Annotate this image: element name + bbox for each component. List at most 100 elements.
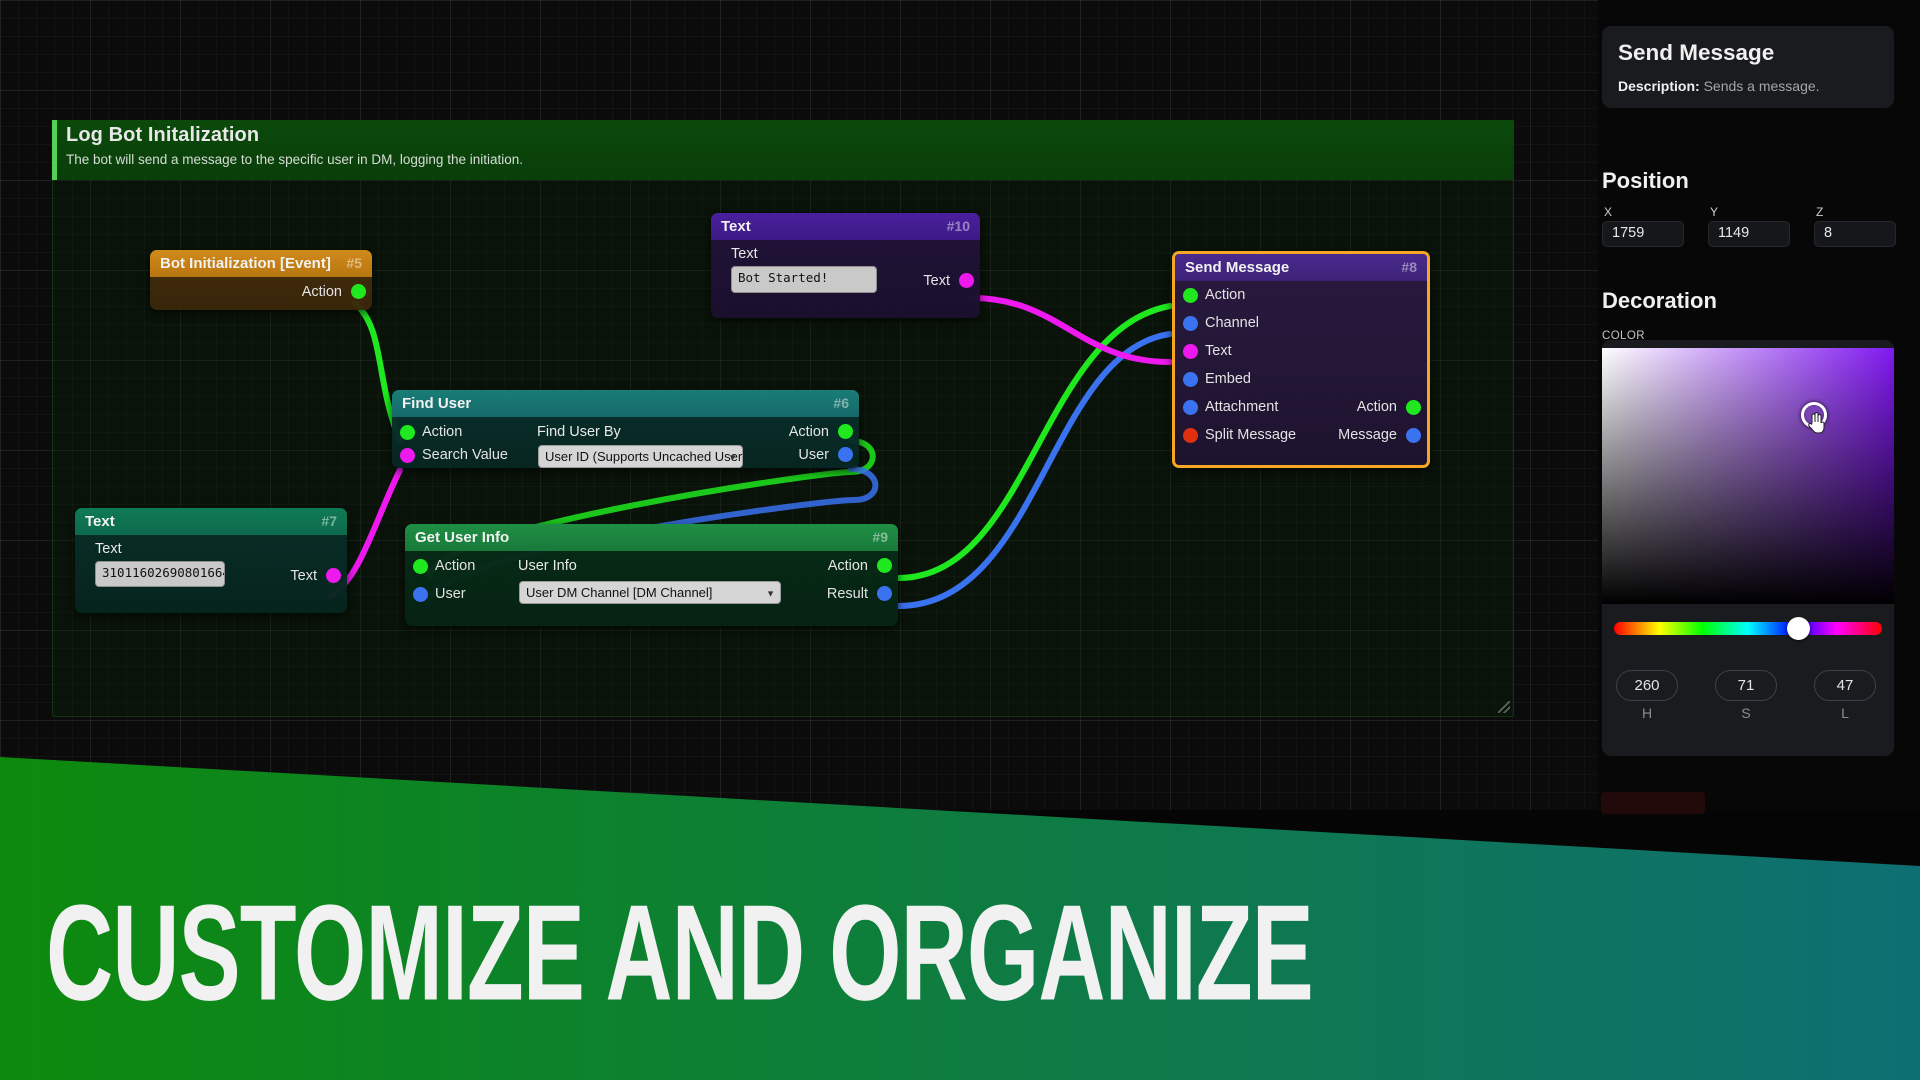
position-x-label: X xyxy=(1604,205,1613,219)
node-find-user[interactable]: Find User #6 Action Search Value Find Us… xyxy=(392,390,859,468)
group-description: The bot will send a message to the speci… xyxy=(66,152,523,167)
port-action-output[interactable] xyxy=(1406,400,1421,415)
node-header[interactable]: Text #10 xyxy=(711,213,980,240)
node-body: Text Bot Started! Text xyxy=(711,240,980,293)
find-user-by-label: Find User By xyxy=(537,424,621,440)
port-message-output[interactable] xyxy=(1406,428,1421,443)
node-text-10[interactable]: Text #10 Text Bot Started! Text xyxy=(711,213,980,318)
saturation-value-area[interactable] xyxy=(1602,348,1894,604)
hue-caption: H xyxy=(1641,705,1653,721)
port-label-search-value: Search Value xyxy=(422,447,508,463)
node-send-message[interactable]: Send Message #8 Action Channel Text Embe… xyxy=(1172,251,1430,468)
node-header[interactable]: Text #7 xyxy=(75,508,347,535)
node-text-7[interactable]: Text #7 Text 310116026908016642 Text xyxy=(75,508,347,613)
port-text-output[interactable] xyxy=(959,273,974,288)
user-info-value: User DM Channel [DM Channel] xyxy=(526,585,713,600)
text-input-10[interactable]: Bot Started! xyxy=(731,266,877,293)
node-title: Text xyxy=(85,513,115,530)
color-label: COLOR xyxy=(1602,330,1645,342)
position-z-label: Z xyxy=(1816,205,1824,219)
port-action-input[interactable] xyxy=(1183,288,1198,303)
node-number: #9 xyxy=(872,529,888,545)
text-input-7[interactable]: 310116026908016642 xyxy=(95,561,225,587)
node-body: Text 310116026908016642 Text xyxy=(75,535,347,587)
hue-slider[interactable] xyxy=(1614,622,1882,635)
port-action-input[interactable] xyxy=(413,559,428,574)
port-channel-input[interactable] xyxy=(1183,316,1198,331)
port-label-action-in: Action xyxy=(435,558,476,574)
node-title: Send Message xyxy=(1185,259,1290,276)
port-split-message-input[interactable] xyxy=(1183,428,1198,443)
position-z-input[interactable]: 8 xyxy=(1814,221,1896,247)
node-number: #10 xyxy=(946,218,970,234)
group-header[interactable]: Log Bot Initalization The bot will send … xyxy=(52,120,1514,180)
position-y-label: Y xyxy=(1710,205,1719,219)
node-title: Text xyxy=(721,218,751,235)
lightness-caption: L xyxy=(1841,705,1849,721)
inspector-sidebar: Send Message Description: Sends a messag… xyxy=(1598,0,1920,810)
port-search-value-input[interactable] xyxy=(400,448,415,463)
group-resize-handle[interactable] xyxy=(1498,701,1510,713)
port-label-text-out: Text xyxy=(290,568,317,584)
port-label-split-message: Split Message xyxy=(1205,427,1297,443)
node-title: Bot Initialization [Event] xyxy=(160,255,331,272)
port-label-user-in: User xyxy=(435,586,466,602)
record-indicator xyxy=(1601,792,1705,814)
position-section-title: Position xyxy=(1602,168,1689,193)
port-attachment-input[interactable] xyxy=(1183,400,1198,415)
port-user-input[interactable] xyxy=(413,587,428,602)
port-label-attachment: Attachment xyxy=(1205,399,1279,415)
node-header[interactable]: Bot Initialization [Event] #5 xyxy=(150,250,372,277)
node-graph-canvas[interactable]: Log Bot Initalization The bot will send … xyxy=(0,0,1598,810)
text-field-label: Text xyxy=(731,246,758,262)
inspector-title: Send Message xyxy=(1618,40,1775,65)
port-embed-input[interactable] xyxy=(1183,372,1198,387)
saturation-caption: S xyxy=(1741,705,1751,721)
port-action-input[interactable] xyxy=(400,425,415,440)
description-text: Sends a message. xyxy=(1699,78,1820,94)
node-header[interactable]: Find User #6 xyxy=(392,390,859,417)
port-label-text: Text xyxy=(1205,343,1232,359)
port-label-result-out: Result xyxy=(826,586,868,602)
decoration-section-title: Decoration xyxy=(1602,288,1717,313)
node-header[interactable]: Send Message #8 xyxy=(1175,254,1427,281)
lightness-input[interactable]: 47 xyxy=(1814,670,1876,701)
node-number: #7 xyxy=(321,513,337,529)
user-info-select[interactable]: User DM Channel [DM Channel] ▼ xyxy=(519,581,781,604)
inspector-description: Description: Sends a message. xyxy=(1618,78,1878,94)
position-y-input[interactable]: 1149 xyxy=(1708,221,1790,247)
port-label-action-out: Action xyxy=(827,558,868,574)
hue-input[interactable]: 260 xyxy=(1616,670,1678,701)
node-body: Action Search Value Find User By User ID… xyxy=(392,417,859,468)
banner-headline: CUSTOMIZE AND ORGANIZE xyxy=(46,877,1314,1030)
chevron-down-icon: ▼ xyxy=(766,588,775,598)
node-header[interactable]: Get User Info #9 xyxy=(405,524,898,551)
port-label-action-out: Action xyxy=(1356,399,1397,415)
node-get-user-info[interactable]: Get User Info #9 Action User User Info U… xyxy=(405,524,898,626)
port-text-output[interactable] xyxy=(326,568,341,583)
find-user-by-select[interactable]: User ID (Supports Uncached User) ▼ xyxy=(538,445,743,468)
port-label-message-out: Message xyxy=(1338,427,1397,443)
port-label-user-out: User xyxy=(798,447,829,463)
node-body: Action User User Info User DM Channel [D… xyxy=(405,551,898,604)
description-card: Send Message Description: Sends a messag… xyxy=(1602,26,1894,108)
node-bot-initialization[interactable]: Bot Initialization [Event] #5 Action xyxy=(150,250,372,310)
port-action-output[interactable] xyxy=(838,424,853,439)
port-label-action-in: Action xyxy=(422,424,463,440)
port-label-channel: Channel xyxy=(1205,315,1260,331)
node-number: #8 xyxy=(1401,259,1417,275)
node-title: Find User xyxy=(402,395,472,412)
hue-slider-knob[interactable] xyxy=(1787,617,1810,640)
saturation-input[interactable]: 71 xyxy=(1715,670,1777,701)
find-user-by-value: User ID (Supports Uncached User) xyxy=(545,449,743,464)
hand-cursor-icon xyxy=(1808,412,1825,434)
node-number: #5 xyxy=(346,255,362,271)
position-x-input[interactable]: 1759 xyxy=(1602,221,1684,247)
user-info-label: User Info xyxy=(518,558,577,574)
port-user-output[interactable] xyxy=(838,447,853,462)
port-result-output[interactable] xyxy=(877,586,892,601)
port-text-input[interactable] xyxy=(1183,344,1198,359)
node-body: Action Channel Text Embed Attachment Spl… xyxy=(1175,281,1427,443)
port-action-output[interactable] xyxy=(877,558,892,573)
port-action-output[interactable] xyxy=(351,284,366,299)
